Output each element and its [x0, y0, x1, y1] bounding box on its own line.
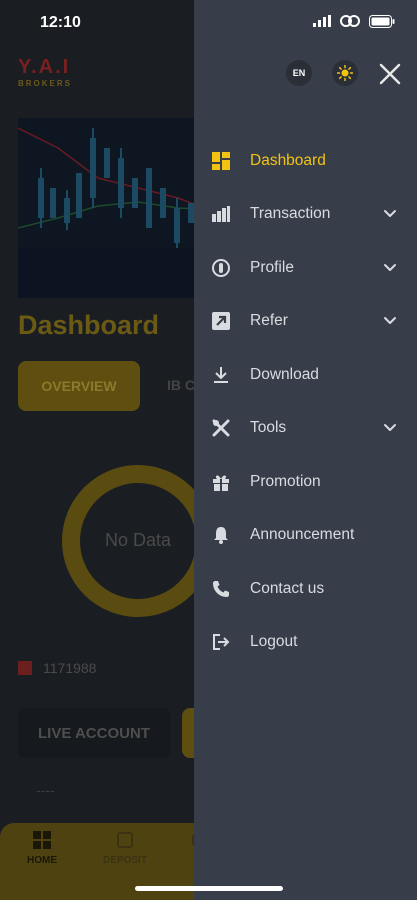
menu-label-tools: Tools [250, 419, 287, 437]
link-icon [340, 15, 360, 27]
refer-icon [211, 311, 231, 331]
menu-label-download: Download [250, 365, 319, 383]
menu-label-contact-us: Contact us [250, 579, 325, 597]
bell-icon [211, 525, 231, 545]
candlestick-illustration [18, 118, 218, 298]
chevron-down-icon [384, 317, 396, 325]
menu-label-profile: Profile [250, 258, 294, 276]
close-drawer-button[interactable] [376, 60, 404, 88]
navigation-drawer: EN Dashboard Transaction Profile Refer D… [194, 0, 417, 900]
theme-toggle-button[interactable] [332, 60, 358, 86]
menu-label-announcement: Announcement [250, 526, 355, 544]
menu-item-promotion[interactable]: Promotion [194, 455, 417, 509]
menu-item-profile[interactable]: Profile [194, 241, 417, 295]
status-time: 12:10 [40, 14, 81, 31]
logo-sub-text: BROKERS [18, 79, 73, 88]
tab-overview: OVERVIEW [18, 361, 140, 411]
logo-main-text: Y.A.I [18, 56, 71, 78]
chevron-down-icon [384, 263, 396, 271]
gift-icon [211, 472, 231, 492]
download-icon [211, 365, 231, 385]
legend-swatch [18, 661, 32, 675]
chart-empty-label: No Data [104, 530, 172, 550]
dashboard-icon [211, 151, 231, 171]
nav-deposit: DEPOSIT [95, 831, 155, 866]
menu-item-transaction[interactable]: Transaction [194, 188, 417, 242]
hero-banner [18, 118, 218, 298]
nav-home: HOME [12, 831, 72, 866]
menu-label-logout: Logout [250, 633, 298, 651]
chevron-down-icon [384, 424, 396, 432]
page-title: Dashboard [18, 310, 160, 340]
menu-item-download[interactable]: Download [194, 348, 417, 402]
menu-label-dashboard: Dashboard [250, 151, 326, 169]
tab-ib: IB C [167, 377, 195, 393]
logout-icon [211, 632, 231, 652]
chevron-down-icon [384, 210, 396, 218]
menu-label-refer: Refer [250, 312, 288, 330]
grid-icon [33, 831, 51, 849]
menu-item-contact-us[interactable]: Contact us [194, 562, 417, 616]
status-icons [313, 14, 395, 28]
menu-item-refer[interactable]: Refer [194, 295, 417, 349]
phone-icon [211, 579, 231, 599]
brand-logo: Y.A.I BROKERS [18, 57, 82, 93]
deposit-icon [117, 832, 133, 848]
home-indicator[interactable] [135, 886, 283, 891]
menu-label-transaction: Transaction [250, 205, 331, 223]
menu-item-logout[interactable]: Logout [194, 616, 417, 670]
profile-icon [211, 258, 231, 278]
menu-item-dashboard[interactable]: Dashboard [194, 134, 417, 188]
drawer-menu: Dashboard Transaction Profile Refer Down… [194, 134, 417, 669]
bar-chart-icon [211, 204, 231, 224]
live-account-label: LIVE ACCOUNT [18, 708, 170, 758]
account-value: ---- [36, 782, 55, 798]
sun-icon [337, 65, 353, 81]
battery-icon [369, 14, 395, 28]
menu-item-tools[interactable]: Tools [194, 402, 417, 456]
menu-label-promotion: Promotion [250, 472, 321, 490]
tools-icon [211, 418, 231, 438]
close-icon [379, 63, 401, 85]
legend-label: 1171988 [43, 660, 97, 676]
language-button[interactable]: EN [286, 60, 312, 86]
menu-item-announcement[interactable]: Announcement [194, 509, 417, 563]
signal-icon [313, 15, 331, 27]
